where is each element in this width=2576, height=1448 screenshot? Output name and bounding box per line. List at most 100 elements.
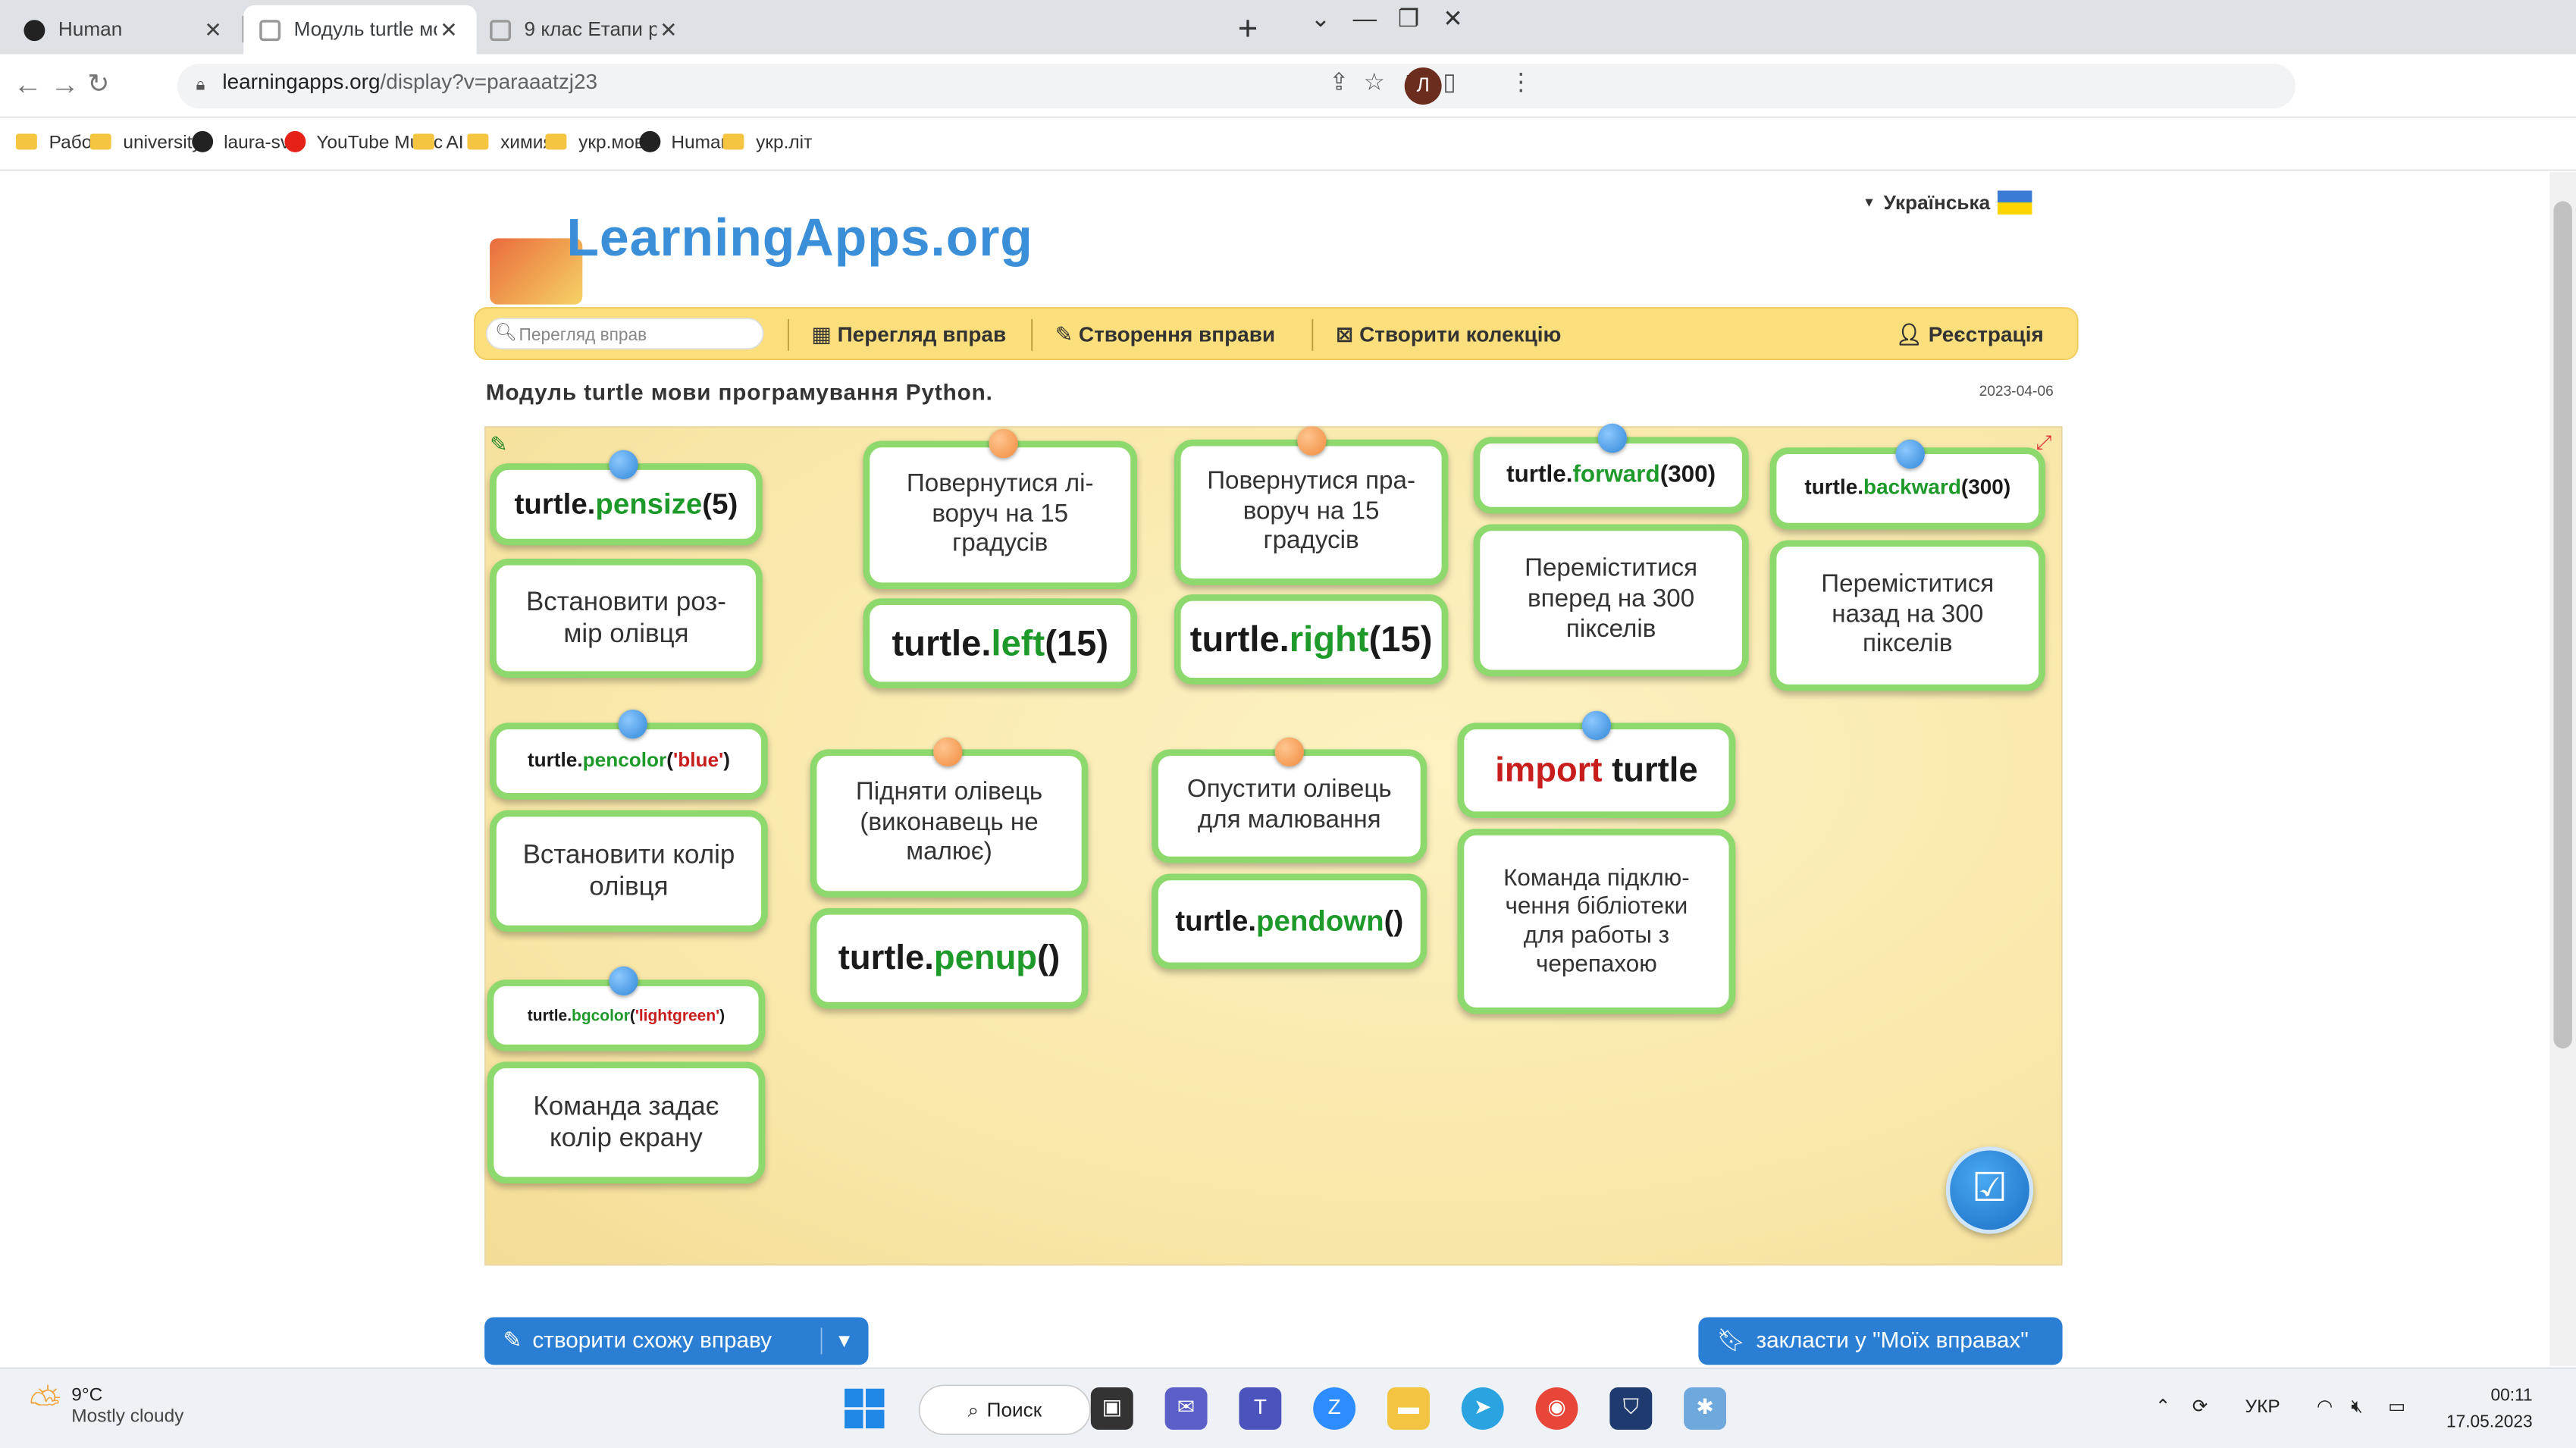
tray-chevron-up-icon[interactable]: ⌃ xyxy=(2155,1395,2170,1418)
desc-card-import[interactable]: Команда підклю- чення бібліотеки для раб… xyxy=(1457,829,1736,1014)
lock-icon: 🔒︎ xyxy=(196,74,205,94)
check-answer-button[interactable]: ☑ xyxy=(1945,1146,2034,1234)
blue-pin-icon xyxy=(1597,423,1628,453)
url-text[interactable]: learningapps.org/display?v=paraaatzj23 xyxy=(222,71,597,95)
weather-widget[interactable]: ⛅︎ 9°C Mostly cloudy xyxy=(29,1382,183,1427)
folder-icon xyxy=(15,133,37,150)
edit-icon: ✎ xyxy=(503,1327,522,1353)
desc-card-left[interactable]: Повернутися лі- воруч на 15 градусів xyxy=(863,440,1137,590)
bookmark-university[interactable]: university xyxy=(89,131,202,152)
address-bar[interactable]: 🔒︎ learningapps.org/display?v=paraaatzj2… xyxy=(177,63,2296,109)
app-icon[interactable]: ✱ xyxy=(1684,1387,1727,1430)
menu-browse-exercises[interactable]: ▦ Перегляд вправ xyxy=(811,321,1006,348)
close-tab-icon[interactable]: ✕ xyxy=(437,17,460,43)
fullscreen-icon[interactable]: ⤢ xyxy=(2036,431,2052,454)
star-icon[interactable]: ☆ xyxy=(1364,69,1385,97)
human-icon xyxy=(639,130,661,152)
blue-pin-icon xyxy=(609,450,638,480)
ukraine-flag-icon xyxy=(1998,190,2033,215)
file-explorer-icon[interactable]: ▬ xyxy=(1387,1387,1430,1430)
restore-button[interactable]: ❐ xyxy=(1398,5,1419,33)
create-similar-button[interactable]: ✎ створити схожу вправу ▾ xyxy=(484,1317,869,1365)
windows-start-icon[interactable] xyxy=(845,1388,885,1429)
orange-pin-icon xyxy=(1274,737,1305,767)
keyboard-language[interactable]: УКР xyxy=(2245,1395,2280,1416)
desc-card-right[interactable]: Повернутися пра- воруч на 15 градусів xyxy=(1174,439,1449,585)
exercise-date: 2023-04-06 xyxy=(1979,384,2054,400)
orange-pin-icon xyxy=(989,428,1018,459)
desc-card-pencolor[interactable]: Встановити колір олівця xyxy=(490,810,768,932)
bookmark-laura-svg[interactable]: laura-svg xyxy=(192,130,300,152)
battery-icon[interactable]: ▭ xyxy=(2388,1395,2405,1418)
edit-icon[interactable]: ✎ xyxy=(490,431,507,458)
zoom-icon[interactable]: Z xyxy=(1313,1387,1356,1430)
chrome-icon[interactable]: ◉ xyxy=(1535,1387,1578,1430)
desc-card-bgcolor[interactable]: Команда задає колір екрану xyxy=(487,1061,766,1184)
blue-pin-icon xyxy=(1581,710,1612,741)
new-tab-button[interactable]: + xyxy=(1238,8,1258,47)
blue-pin-icon xyxy=(618,709,647,739)
register-link[interactable]: 👤︎ Реєстрація xyxy=(1896,321,2044,348)
menu-create-collection[interactable]: ⊠ Створити колекцію xyxy=(1336,321,1561,348)
learningapps-favicon-icon xyxy=(259,19,281,41)
taskbar-search[interactable]: ⌕ Поиск xyxy=(918,1384,1091,1435)
back-icon[interactable]: ← xyxy=(13,67,42,102)
github-icon xyxy=(192,130,214,152)
exercise-title: Модуль turtle мови програмування Python. xyxy=(485,380,993,406)
profile-avatar[interactable]: Л xyxy=(1404,67,1442,105)
language-selector[interactable]: ▼ Українська xyxy=(1862,190,2033,215)
tab-search-icon[interactable]: ⌄ xyxy=(1311,5,1330,33)
menu-icon[interactable]: ⋮ xyxy=(1509,69,1533,97)
menu-create-exercise[interactable]: ✎ Створення вправи xyxy=(1055,321,1275,348)
code-card-left[interactable]: turtle.left(15) xyxy=(863,598,1137,689)
bookmark-ai[interactable]: AI xyxy=(412,131,464,152)
security-icon[interactable]: ⛉ xyxy=(1609,1387,1653,1430)
chevron-down-icon: ▼ xyxy=(1862,195,1876,210)
tab-title: 9 клас Етапи розв'язування ко xyxy=(524,18,657,42)
reload-icon[interactable]: ↻ xyxy=(87,67,109,101)
search-exercises-input[interactable]: Перегляд вправ xyxy=(485,318,764,349)
wifi-icon[interactable]: ◠ xyxy=(2317,1395,2333,1418)
minimize-button[interactable]: — xyxy=(1353,5,1377,33)
sync-icon[interactable]: ⟳ xyxy=(2192,1395,2208,1418)
system-clock[interactable]: 00:11 17.05.2023 xyxy=(2446,1382,2533,1435)
windows-taskbar: ⛅︎ 9°C Mostly cloudy ⌕ Поиск ▣ ✉ T Z ▬ ➤ ◉… xyxy=(0,1367,2576,1448)
bookmark-himiya[interactable]: химия xyxy=(467,131,553,152)
close-tab-icon[interactable]: ✕ xyxy=(201,17,224,43)
telegram-icon[interactable]: ➤ xyxy=(1461,1387,1504,1430)
code-card-pendown[interactable]: turtle.pendown() xyxy=(1152,873,1427,970)
desc-card-backward[interactable]: Переміститися назад на 300 пікселів xyxy=(1769,540,2045,691)
teams-icon[interactable]: T xyxy=(1239,1387,1282,1430)
search-icon: ⌕ xyxy=(967,1398,979,1421)
folder-icon xyxy=(545,133,567,150)
sidepanel-icon[interactable]: ▯ xyxy=(1443,69,1456,97)
share-icon[interactable]: ⇪ xyxy=(1329,69,1349,97)
forward-icon[interactable]: → xyxy=(50,67,79,102)
folder-icon xyxy=(89,133,111,150)
scrollbar-thumb[interactable] xyxy=(2553,201,2572,1048)
bookmark-human[interactable]: Human xyxy=(639,130,731,152)
tab-human[interactable]: Human ✕ xyxy=(8,5,240,55)
bookmark-exercise-button[interactable]: 🔖︎ закласти у "Моїх вправах" xyxy=(1698,1317,2063,1365)
bookmark-ukr-lit[interactable]: укр.літ xyxy=(722,131,812,152)
tab-9-klas[interactable]: 9 клас Етапи розв'язування ко ✕ xyxy=(474,5,696,55)
volume-muted-icon[interactable]: 🔇︎ xyxy=(2351,1395,2362,1418)
browser-toolbar: ← → ↻ 🔒︎ learningapps.org/display?v=para… xyxy=(0,54,2576,118)
desc-card-forward[interactable]: Переміститися вперед на 300 пікселів xyxy=(1473,524,1749,677)
teams-chat-icon[interactable]: ✉ xyxy=(1164,1387,1208,1430)
tab-turtle-module[interactable]: Модуль turtle мови програмува ✕ xyxy=(243,5,477,55)
close-window-button[interactable]: ✕ xyxy=(1443,5,1462,33)
code-card-penup[interactable]: turtle.penup() xyxy=(810,907,1089,1009)
bookmark-ukr-mova[interactable]: укр.мова xyxy=(545,131,654,152)
blue-pin-icon xyxy=(1895,439,1925,469)
desc-card-pensize[interactable]: Встановити роз- мір олівця xyxy=(490,558,763,679)
bookmark-icon: 🔖︎ xyxy=(1716,1327,1746,1353)
tab-title: Human xyxy=(58,18,123,42)
site-logo[interactable]: LearningApps.org xyxy=(566,209,1033,269)
cloud-sun-icon: ⛅︎ xyxy=(29,1382,61,1426)
close-tab-icon[interactable]: ✕ xyxy=(657,17,680,43)
code-card-right[interactable]: turtle.right(15) xyxy=(1174,594,1449,685)
chevron-down-icon[interactable]: ▾ xyxy=(821,1327,850,1355)
task-view-icon[interactable]: ▣ xyxy=(1090,1387,1133,1430)
desc-card-penup[interactable]: Підняти олівець (виконавець не малює) xyxy=(810,749,1089,898)
